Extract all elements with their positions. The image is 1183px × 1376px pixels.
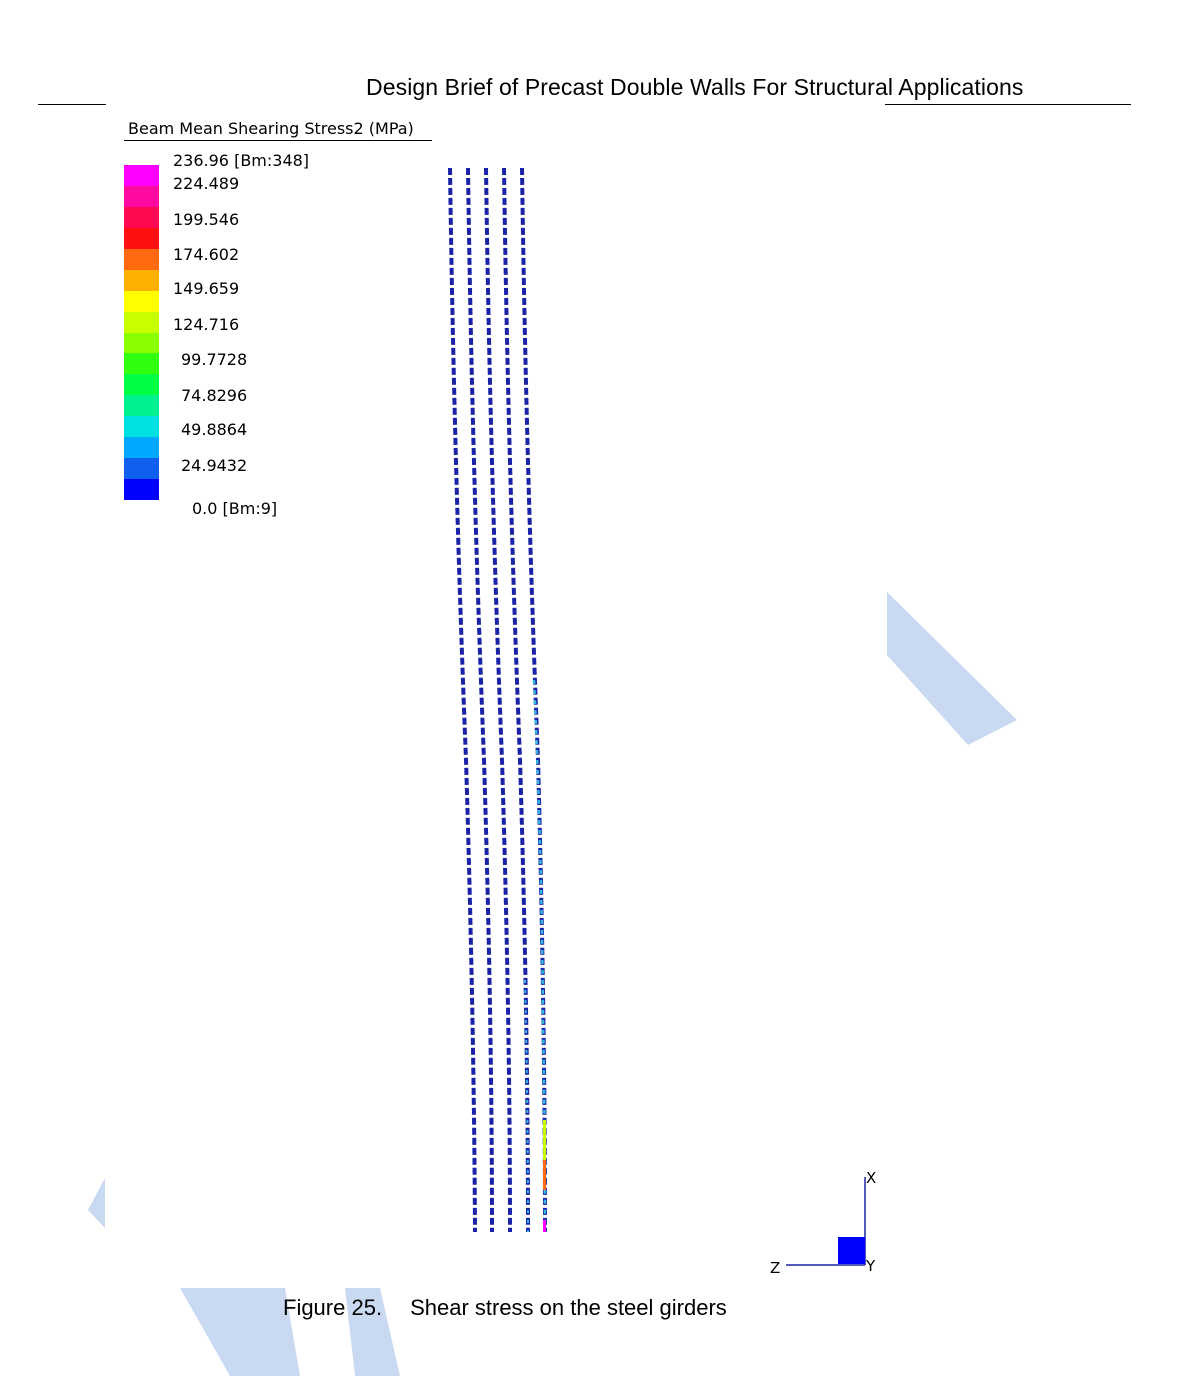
legend-color-band	[124, 374, 159, 396]
legend-max-label: 236.96 [Bm:348]	[173, 151, 310, 170]
legend-color-band	[124, 269, 159, 291]
figure-caption: Figure 25. Shear stress on the steel gird…	[283, 1295, 727, 1321]
girder-hotspot-marker	[543, 1120, 546, 1160]
legend-value-label: 24.9432	[181, 456, 248, 475]
figure-caption-text: Shear stress on the steel girders	[410, 1295, 727, 1320]
axis-x-label: X	[866, 1169, 877, 1187]
legend-color-band	[124, 227, 159, 249]
figure-caption-label: Figure 25.	[283, 1295, 383, 1320]
document-header-title: Design Brief of Precast Double Walls For…	[366, 74, 1024, 100]
legend-value-label: 99.7728	[181, 350, 248, 369]
legend-value-label: 199.546	[173, 210, 240, 229]
legend-color-band	[124, 458, 159, 480]
legend-value-label: 49.8864	[181, 420, 248, 439]
header-rule-left	[38, 104, 106, 105]
legend-color-band	[124, 332, 159, 354]
watermark-graphic	[88, 592, 1017, 1376]
legend-color-band	[124, 479, 159, 500]
watermark-stroke-left	[88, 1178, 105, 1228]
legend-value-label: 149.659	[173, 279, 240, 298]
axis-y-label: Y	[866, 1257, 876, 1275]
legend-value-label: 174.602	[173, 245, 240, 264]
axis-z-label: Z	[770, 1259, 781, 1277]
girder-stress-plot	[448, 167, 547, 1233]
legend-color-band	[124, 353, 159, 375]
axis-triad: X Y Z	[760, 1165, 890, 1285]
legend-min-label: 0.0 [Bm:9]	[192, 499, 278, 518]
watermark-stroke-bottom	[180, 1288, 300, 1376]
legend-color-band	[124, 206, 159, 228]
girder-hotspot-marker	[543, 1160, 546, 1190]
legend-color-band	[124, 416, 159, 438]
girder-hotspot-marker	[543, 1220, 546, 1232]
legend-color-band	[124, 437, 159, 459]
legend-value-label: 74.8296	[181, 386, 248, 405]
legend-color-band	[124, 395, 159, 417]
legend-color-band	[124, 185, 159, 207]
legend-color-band	[124, 248, 159, 270]
legend-color-bar	[124, 165, 159, 500]
legend-value-label: 124.716	[173, 315, 240, 334]
legend-color-band	[124, 311, 159, 333]
legend-value-label: 224.489	[173, 174, 240, 193]
legend-color-band	[124, 165, 159, 186]
header-rule-right	[885, 104, 1131, 105]
legend-color-band	[124, 290, 159, 312]
legend-title: Beam Mean Shearing Stress2 (MPa)	[128, 119, 414, 138]
watermark-stroke-right	[887, 592, 1017, 745]
legend-title-rule	[124, 140, 432, 141]
